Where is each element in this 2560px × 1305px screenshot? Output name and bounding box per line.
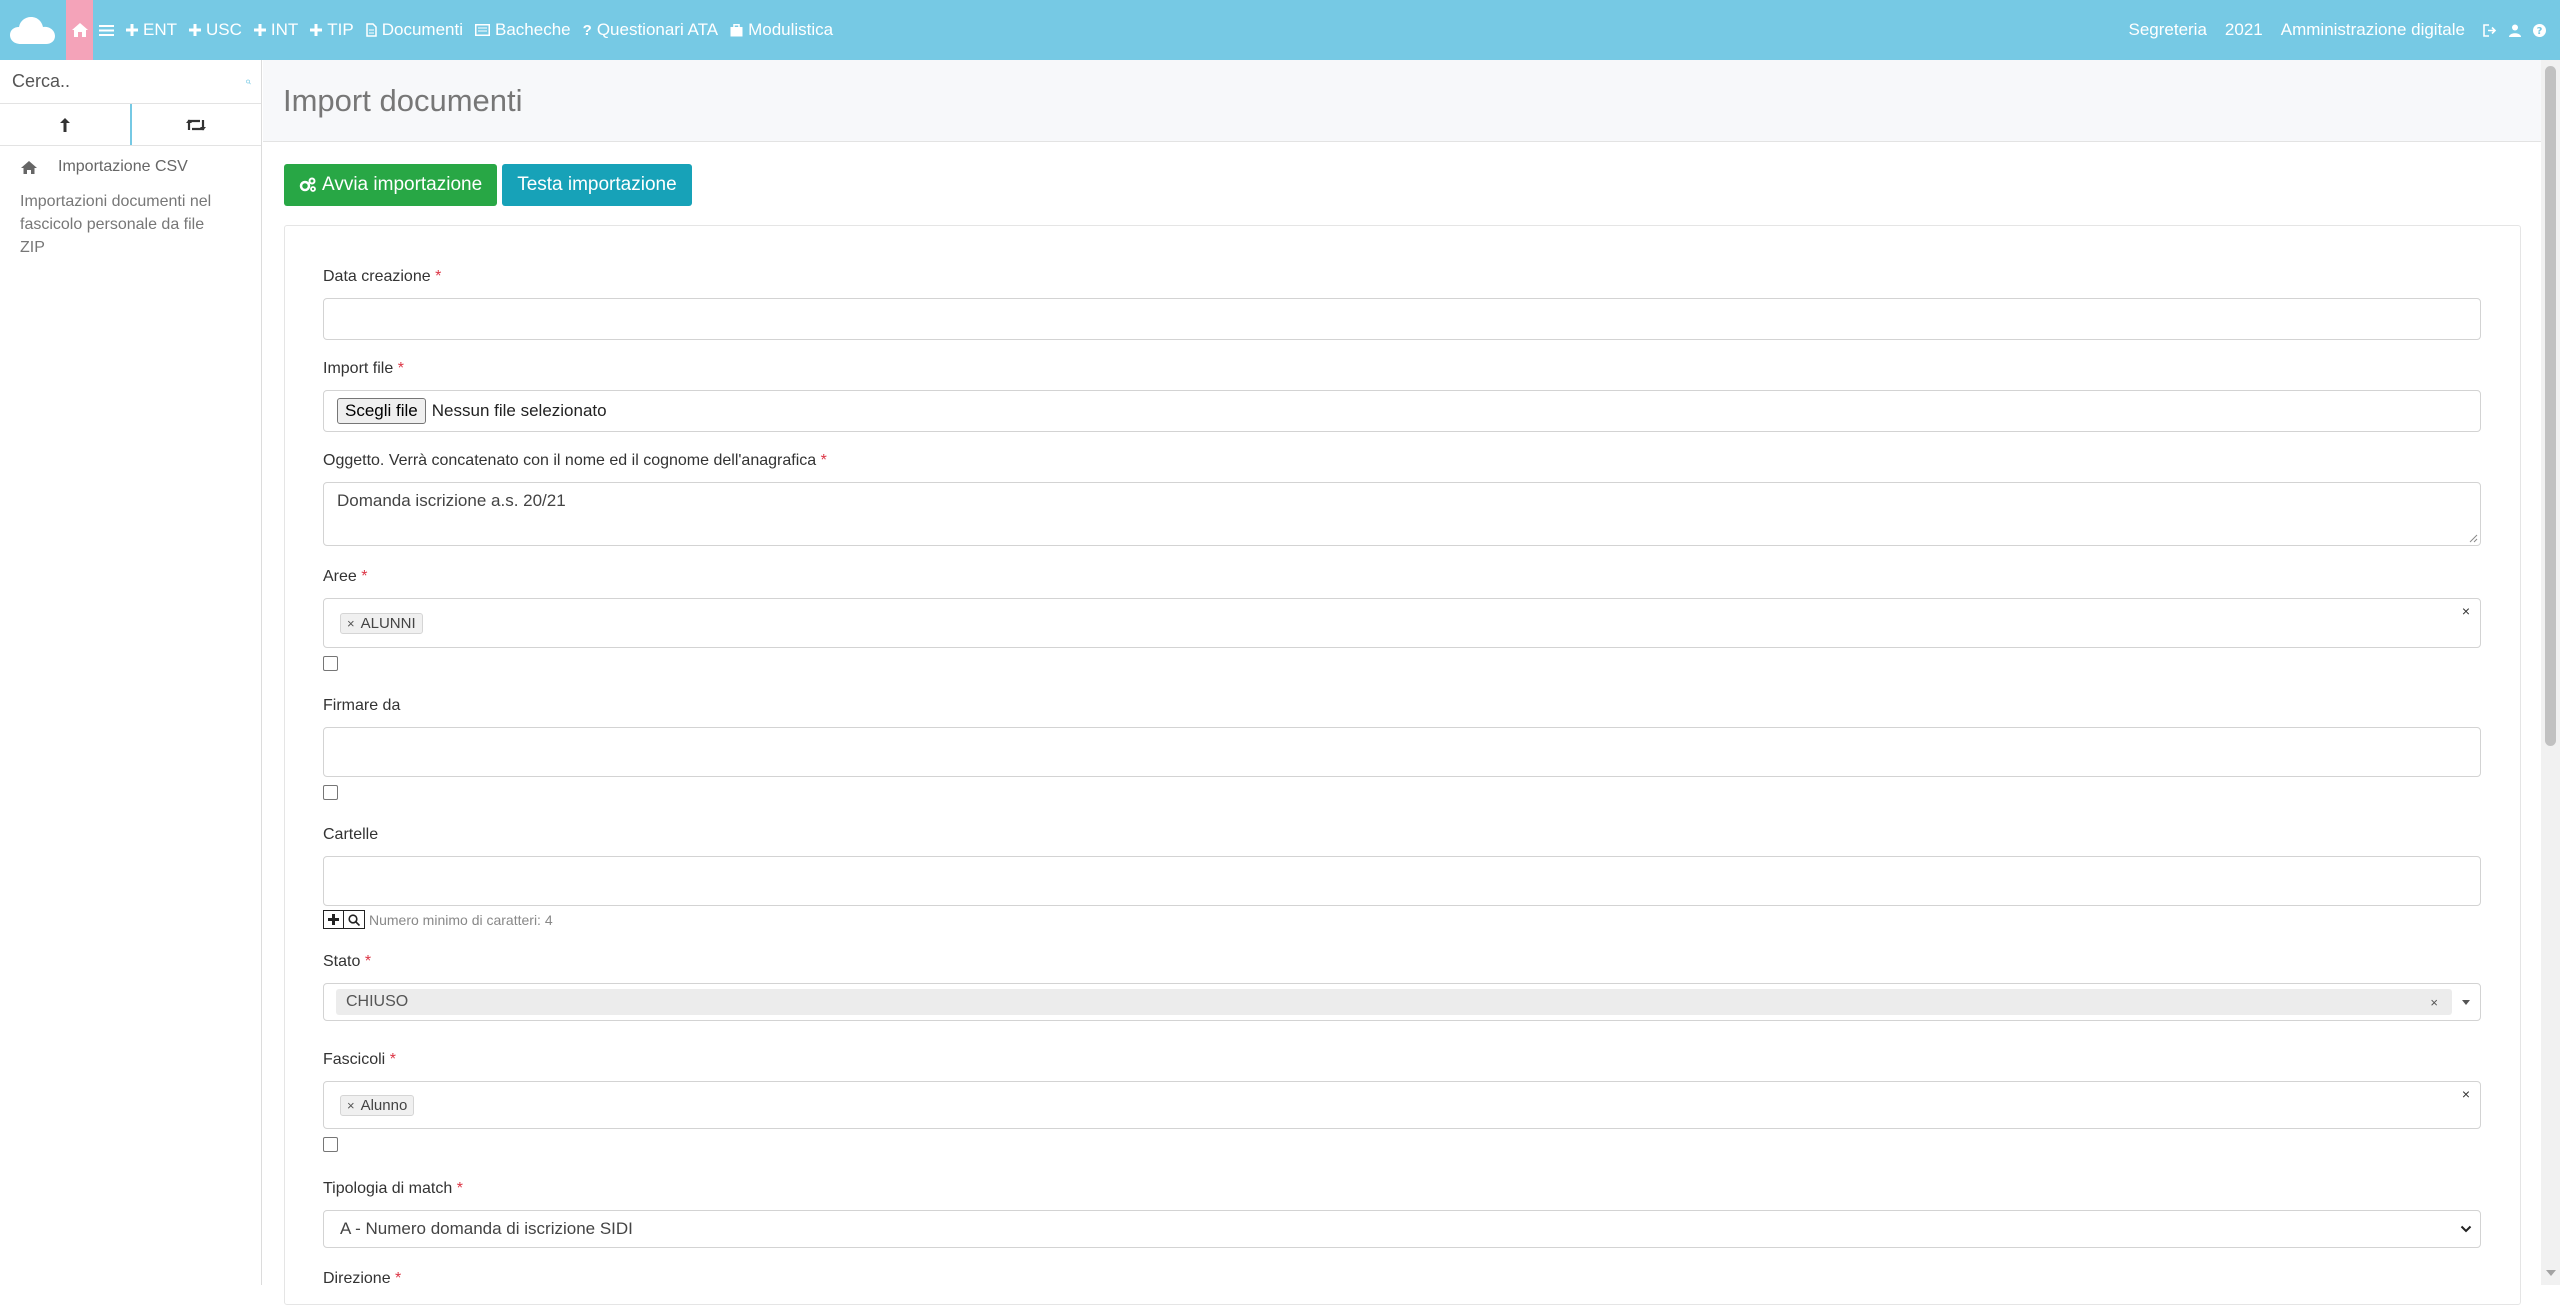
help-icon[interactable]: ? [2533, 23, 2546, 37]
import-file-label: Import file * [323, 360, 404, 377]
user-icon[interactable] [2509, 24, 2521, 37]
board-icon [475, 24, 491, 36]
tipologia-select[interactable]: A - Numero domanda di iscrizione SIDI [323, 1210, 2481, 1248]
file-status-text: Nessun file selezionato [431, 401, 607, 420]
remove-tag-icon[interactable]: × [347, 616, 355, 631]
home-icon[interactable] [66, 0, 93, 60]
file-icon [366, 23, 377, 37]
nav-bacheche-label: Bacheche [495, 20, 571, 39]
menu-icon[interactable] [93, 0, 120, 60]
plus-icon [126, 24, 138, 36]
stato-value: CHIUSO × [336, 989, 2452, 1015]
nav-int-label: INT [270, 20, 299, 39]
upload-arrow-icon [59, 117, 70, 132]
sidebar-tab-retweet[interactable] [132, 104, 262, 145]
search-icon [348, 913, 360, 926]
firmare-da-label: Firmare da [323, 697, 401, 714]
choose-file-button[interactable]: Scegli file [337, 398, 426, 424]
main-content: Import documenti Avvia importazione Test… [263, 60, 2541, 1305]
search-cartella-button[interactable] [344, 910, 365, 929]
sidebar-search-input[interactable] [10, 70, 246, 93]
page-scrollbar[interactable] [2541, 60, 2560, 1285]
page-header: Import documenti [263, 60, 2541, 142]
chevron-down-icon[interactable] [2462, 1000, 2470, 1005]
svg-text:?: ? [2537, 26, 2543, 37]
nav-documenti[interactable]: Documenti [360, 0, 469, 60]
import-form-card: Data creazione * Import file * Scegli fi… [284, 225, 2521, 1305]
nav-tip-label: TIP [327, 20, 354, 39]
stato-label: Stato * [323, 953, 372, 970]
aree-multiselect[interactable]: × ALUNNI × [323, 598, 2481, 648]
data-creazione-label: Data creazione * [323, 268, 442, 285]
year-label[interactable]: 2021 [2225, 20, 2263, 40]
aree-checkbox[interactable] [323, 656, 338, 671]
import-file-field: Scegli file Nessun file selezionato [323, 390, 2481, 432]
resize-handle-icon[interactable] [2468, 533, 2478, 543]
test-import-button[interactable]: Testa importazione [502, 164, 692, 206]
nav-documenti-label: Documenti [381, 20, 464, 39]
nav-usc[interactable]: USC [183, 0, 248, 60]
aree-label: Aree * [323, 568, 368, 585]
nav-ent-label: ENT [143, 20, 177, 39]
test-import-label: Testa importazione [517, 174, 677, 195]
sidebar-description: Importazioni documenti nel fascicolo per… [20, 193, 212, 256]
logout-icon[interactable] [2483, 23, 2497, 37]
app-label[interactable]: Amministrazione digitale [2281, 20, 2465, 40]
fascicoli-label: Fascicoli * [323, 1051, 396, 1068]
nav-questionari-ata[interactable]: ? Questionari ATA [577, 0, 724, 60]
start-import-button[interactable]: Avvia importazione [284, 164, 498, 206]
question-icon: ? [582, 21, 592, 39]
fascicoli-tag[interactable]: × Alunno [340, 1094, 415, 1116]
cartelle-hint: Numero minimo di caratteri: 4 [369, 911, 553, 928]
nav-int[interactable]: INT [248, 0, 304, 60]
sidebar: Importazione CSV Importazioni documenti … [0, 60, 262, 1285]
page-title: Import documenti [283, 82, 523, 118]
plus-icon [189, 24, 201, 36]
fascicoli-checkbox[interactable] [323, 1137, 338, 1152]
search-icon[interactable] [246, 74, 251, 90]
tipologia-label: Tipologia di match * [323, 1180, 463, 1197]
plus-icon [253, 24, 266, 36]
retweet-icon [186, 119, 207, 130]
clear-fascicoli-icon[interactable]: × [2462, 1086, 2470, 1102]
oggetto-label: Oggetto. Verrà concatenato con il nome e… [323, 452, 827, 469]
oggetto-textarea[interactable]: Domanda iscrizione a.s. 20/21 [323, 482, 2481, 546]
sidebar-item-importazione-csv[interactable]: Importazione CSV [0, 146, 261, 176]
chevron-down-icon [2460, 1225, 2472, 1233]
clear-aree-icon[interactable]: × [2462, 603, 2470, 619]
scrollbar-thumb[interactable] [2545, 66, 2556, 746]
sidebar-item-label: Importazione CSV [58, 158, 188, 175]
nav-tip[interactable]: TIP [304, 0, 359, 60]
clear-stato-icon[interactable]: × [2430, 995, 2438, 1010]
nav-usc-label: USC [206, 20, 242, 39]
firmare-da-select[interactable] [323, 727, 2481, 777]
briefcase-icon [730, 23, 743, 36]
aree-tag[interactable]: × ALUNNI [340, 612, 423, 634]
scroll-down-arrow-icon[interactable] [2546, 1270, 2556, 1276]
remove-tag-icon[interactable]: × [347, 1098, 355, 1113]
direzione-label: Direzione * [323, 1270, 402, 1287]
fascicoli-multiselect[interactable]: × Alunno × [323, 1081, 2481, 1129]
top-navbar: ENT USC INT TIP Documenti Bacheche ? Que… [0, 0, 2560, 60]
nav-questionari-label: Questionari ATA [596, 20, 719, 39]
cartelle-select[interactable] [323, 856, 2481, 906]
nav-modulistica-label: Modulistica [748, 20, 834, 39]
nav-bacheche[interactable]: Bacheche [469, 0, 577, 60]
plus-icon [310, 24, 323, 36]
nav-ent[interactable]: ENT [120, 0, 183, 60]
home-icon [21, 160, 37, 174]
plus-icon [328, 914, 339, 925]
cartelle-label: Cartelle [323, 826, 379, 843]
gears-icon [299, 177, 316, 192]
start-import-label: Avvia importazione [322, 174, 483, 195]
sidebar-tab-upload[interactable] [0, 104, 132, 145]
office-label[interactable]: Segreteria [2128, 20, 2206, 40]
nav-modulistica[interactable]: Modulistica [724, 0, 839, 60]
add-cartella-button[interactable] [323, 910, 344, 929]
firmare-da-checkbox[interactable] [323, 785, 338, 800]
stato-select[interactable]: CHIUSO × [323, 983, 2481, 1021]
cloud-logo-icon[interactable] [0, 0, 66, 60]
data-creazione-input[interactable] [323, 298, 2481, 340]
sidebar-search [0, 60, 261, 104]
